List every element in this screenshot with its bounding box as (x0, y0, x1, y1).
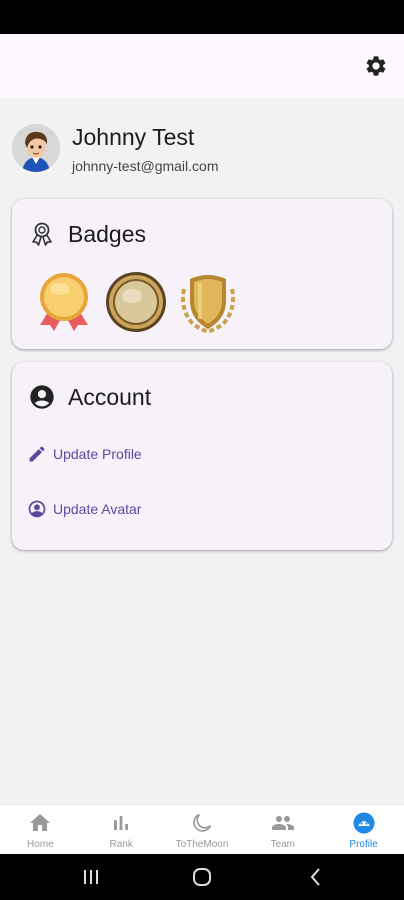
badges-card: Badges (12, 199, 392, 349)
recent-apps-icon[interactable] (79, 865, 103, 889)
user-name: Johnny Test (72, 124, 195, 150)
nav-label-rank: Rank (109, 839, 133, 850)
nav-item-tothemoon[interactable]: ToTheMoon (162, 805, 243, 854)
account-circle-icon (28, 500, 46, 518)
settings-gear-icon[interactable] (364, 54, 388, 78)
update-profile-button[interactable]: Update Profile (27, 440, 142, 468)
nav-item-rank[interactable]: Rank (81, 805, 162, 854)
update-avatar-button[interactable]: Update Avatar (27, 495, 141, 523)
status-bar (0, 0, 404, 34)
account-title: Account (68, 383, 152, 410)
profile-header: Johnny Test johnny-test@gmail.com (12, 124, 392, 180)
user-email: johnny-test@gmail.com (72, 158, 219, 174)
badges-card-header: Badges (28, 219, 146, 249)
nav-item-home[interactable]: Home (0, 805, 81, 854)
people-icon (271, 816, 294, 830)
bottom-navigation: Home Rank ToTheMoon Team Profile (0, 804, 404, 854)
avatar (12, 124, 60, 172)
user-avatar-icon (12, 124, 60, 172)
update-avatar-label: Update Avatar (53, 501, 142, 517)
pencil-icon (29, 446, 45, 462)
gold-shield-laurel-icon (181, 275, 235, 333)
nav-item-team[interactable]: Team (242, 805, 323, 854)
award-outline-icon (32, 222, 52, 246)
nav-label-tothemoon: ToTheMoon (175, 839, 229, 850)
app-bar (0, 34, 404, 98)
gold-medal-ribbon-icon (40, 273, 88, 331)
home-icon (30, 814, 51, 831)
moon-icon (193, 813, 212, 832)
nav-label-profile: Profile (349, 839, 378, 850)
nav-label-home: Home (27, 839, 54, 850)
bar-chart-icon (114, 816, 129, 830)
badges-list (32, 269, 248, 335)
back-icon[interactable] (304, 865, 328, 889)
nav-label-team: Team (270, 839, 296, 850)
gold-coin-medal-icon (106, 272, 166, 332)
system-navigation-bar (0, 854, 404, 900)
account-circle-icon (30, 385, 54, 409)
profile-face-icon (353, 812, 375, 834)
nav-item-profile[interactable]: Profile (323, 805, 404, 854)
home-button-icon[interactable] (190, 865, 214, 889)
badges-title: Badges (68, 220, 147, 247)
account-card-header: Account (28, 382, 151, 412)
update-profile-label: Update Profile (53, 446, 142, 462)
